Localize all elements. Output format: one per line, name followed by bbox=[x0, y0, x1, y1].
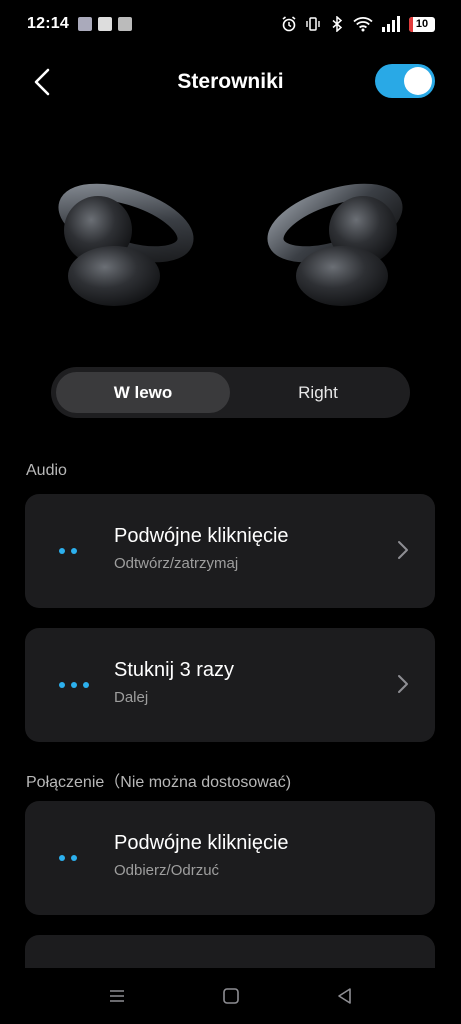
status-bar: 12:14 10 bbox=[0, 0, 461, 52]
back-icon[interactable] bbox=[335, 986, 355, 1006]
earbuds-image bbox=[58, 183, 403, 306]
toggle-knob bbox=[404, 67, 432, 95]
battery-indicator: 10 bbox=[409, 16, 435, 32]
tab-right[interactable]: Right bbox=[231, 372, 405, 413]
side-selector: W lewo Right bbox=[51, 367, 410, 418]
bluetooth-icon bbox=[332, 16, 343, 32]
menu-icon[interactable] bbox=[107, 986, 127, 1006]
alarm-icon bbox=[282, 16, 296, 32]
gesture-dots-icon bbox=[59, 548, 77, 554]
chevron-right-icon bbox=[398, 541, 408, 559]
system-nav-bar bbox=[0, 968, 461, 1024]
control-card-double-tap-call: Podwójne kliknięcie Odbierz/Odrzuć bbox=[25, 801, 435, 915]
vibrate-icon bbox=[306, 17, 320, 31]
control-card-triple-tap[interactable]: Stuknij 3 razy Dalej bbox=[25, 628, 435, 742]
section-label-connection: Połączenie（Nie można dostosować) bbox=[26, 774, 292, 791]
gesture-dots-icon bbox=[59, 682, 89, 688]
ge-icon bbox=[98, 17, 112, 31]
control-card-double-tap-audio[interactable]: Podwójne kliknięcie Odtwórz/zatrzymaj bbox=[25, 494, 435, 608]
signal-icon bbox=[382, 16, 400, 32]
header: Sterowniki bbox=[0, 56, 461, 110]
chevron-right-icon bbox=[398, 675, 408, 693]
left-earbud bbox=[58, 183, 194, 306]
card-title: Podwójne kliknięcie bbox=[114, 832, 289, 854]
wifi-icon bbox=[353, 17, 373, 32]
card-title: Stuknij 3 razy bbox=[114, 659, 235, 681]
status-time: 12:14 bbox=[27, 15, 69, 32]
system-icons: 10 bbox=[281, 16, 435, 32]
right-earbud bbox=[267, 183, 403, 306]
calendar-icon bbox=[118, 17, 132, 31]
section-label-audio: Audio bbox=[26, 462, 67, 479]
tab-left[interactable]: W lewo bbox=[56, 372, 230, 413]
card-subtitle: Dalej bbox=[114, 689, 149, 706]
card-subtitle: Odbierz/Odrzuć bbox=[114, 862, 220, 879]
controls-toggle[interactable] bbox=[375, 64, 435, 98]
home-icon[interactable] bbox=[221, 986, 241, 1006]
photos-icon bbox=[78, 17, 92, 31]
card-title: Podwójne kliknięcie bbox=[114, 525, 289, 547]
notification-icons bbox=[78, 17, 132, 31]
screen: 12:14 10 Sterowniki W lewo Right Audio P… bbox=[0, 0, 461, 1024]
card-subtitle: Odtwórz/zatrzymaj bbox=[114, 555, 239, 572]
gesture-dots-icon bbox=[59, 855, 77, 861]
